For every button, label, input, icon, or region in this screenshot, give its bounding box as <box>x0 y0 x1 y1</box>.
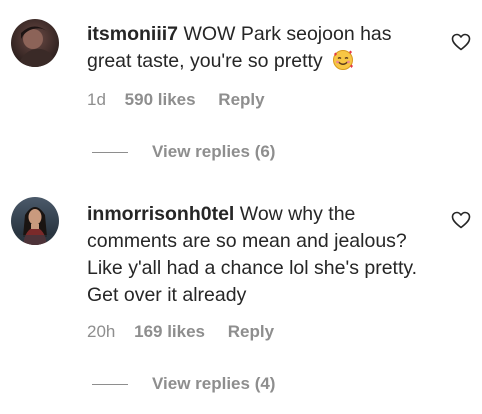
divider-line <box>92 151 128 153</box>
view-replies-button[interactable]: View replies (4) <box>92 373 275 395</box>
view-replies-label: View replies (4) <box>152 374 276 393</box>
divider-line <box>92 383 128 385</box>
view-replies-label: View replies (6) <box>152 142 276 161</box>
comment-meta: 1d 590 likes Reply <box>87 89 265 111</box>
reply-button[interactable]: Reply <box>228 322 274 341</box>
likes-count[interactable]: 169 likes <box>134 322 205 341</box>
comment-meta: 20h 169 likes Reply <box>87 321 274 343</box>
comment-timestamp: 1d <box>87 90 106 109</box>
reply-button[interactable]: Reply <box>218 90 264 109</box>
comment-text: itsmoniii7 WOW Park seojoon has great ta… <box>87 21 427 79</box>
comment: itsmoniii7 WOW Park seojoon has great ta… <box>0 0 482 180</box>
view-replies-button[interactable]: View replies (6) <box>92 141 275 163</box>
likes-count[interactable]: 590 likes <box>125 90 196 109</box>
comment: inmorrisonh0tel Wow why the comments are… <box>0 180 482 414</box>
avatar[interactable] <box>11 197 59 245</box>
heart-icon[interactable] <box>451 33 471 51</box>
comment-timestamp: 20h <box>87 322 116 341</box>
avatar[interactable] <box>11 19 59 67</box>
comment-username[interactable]: itsmoniii7 <box>87 23 178 45</box>
heart-icon[interactable] <box>451 211 471 229</box>
comment-username[interactable]: inmorrisonh0tel <box>87 203 234 225</box>
smiling-face-with-hearts-icon <box>332 49 354 79</box>
comment-text: inmorrisonh0tel Wow why the comments are… <box>87 201 427 309</box>
